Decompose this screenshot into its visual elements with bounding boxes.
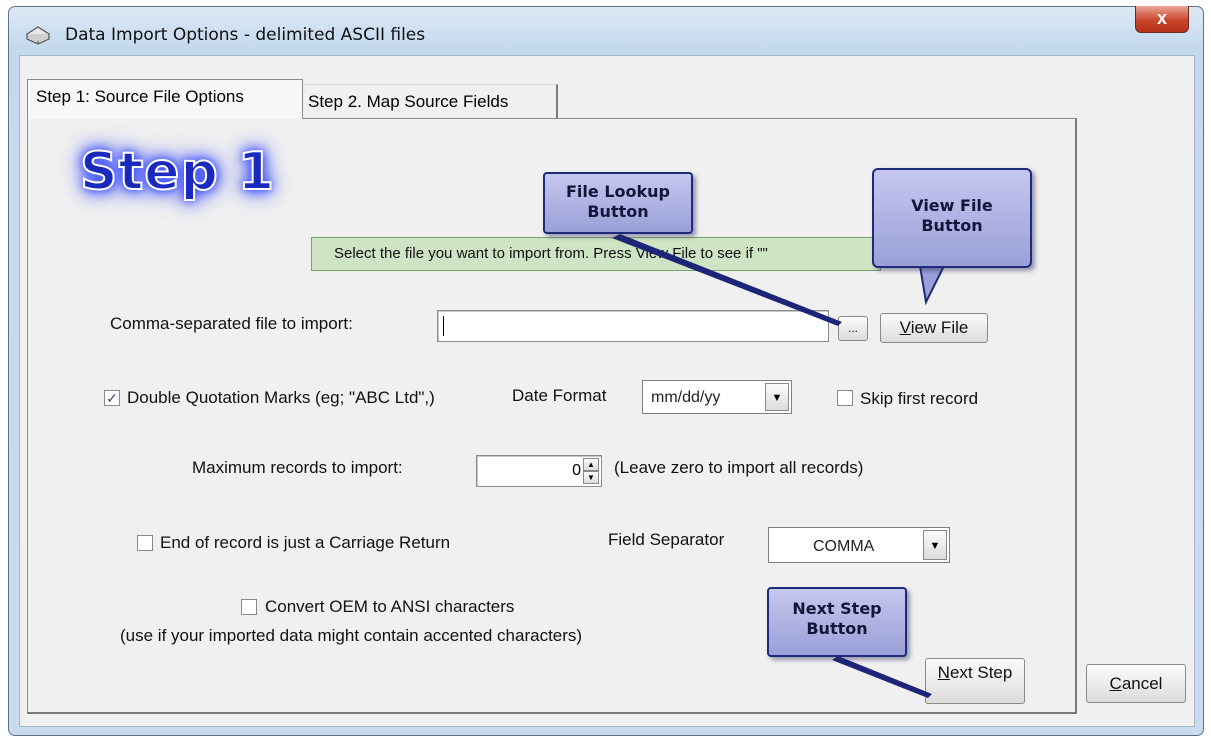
max-records-spinner[interactable]: 0 ▲ ▼ [476, 455, 602, 487]
check-icon: ✓ [106, 390, 118, 406]
carriage-return-label: End of record is just a Carriage Return [160, 533, 451, 552]
date-format-select[interactable]: mm/dd/yy ▼ [642, 380, 792, 414]
tab-source-file-options[interactable]: Step 1: Source File Options [27, 79, 303, 119]
file-lookup-callout: File Lookup Button [543, 172, 693, 234]
chevron-down-icon[interactable]: ▼ [765, 383, 789, 411]
file-path-input[interactable] [437, 310, 829, 342]
next-step-button[interactable]: Next Step [925, 658, 1025, 704]
import-box-icon [25, 25, 51, 45]
callout-line: Button [806, 619, 868, 638]
view-file-mnemonic: V [899, 318, 911, 337]
skip-first-record-label: Skip first record [860, 389, 979, 408]
carriage-return-checkbox[interactable] [137, 535, 153, 551]
view-file-label: iew File [910, 318, 969, 337]
callout-line: Next Step [792, 599, 882, 618]
max-records-value: 0 [572, 462, 581, 479]
max-records-label: Maximum records to import: [192, 458, 403, 477]
field-separator-value: COMMA [813, 538, 875, 555]
double-quotes-checkbox[interactable]: ✓ [104, 390, 120, 406]
view-file-callout: View File Button [872, 168, 1032, 268]
step-banner: Step 1 [79, 141, 276, 203]
spin-up-icon[interactable]: ▲ [583, 458, 599, 471]
close-icon: x [1156, 8, 1167, 28]
next-step-mnemonic: N [937, 663, 950, 682]
cancel-mnemonic: C [1109, 674, 1122, 693]
field-separator-label: Field Separator [608, 530, 725, 549]
close-button[interactable]: x [1135, 6, 1189, 33]
chevron-down-icon[interactable]: ▼ [923, 530, 947, 560]
callout-line: File Lookup [566, 182, 670, 201]
tab-label: Step 2. Map Source Fields [308, 92, 509, 111]
window-title: Data Import Options - delimited ASCII fi… [65, 25, 426, 45]
double-quotes-label: Double Quotation Marks (eg; "ABC Ltd",) [127, 388, 435, 407]
text-caret [443, 316, 444, 336]
cancel-button[interactable]: Cancel [1086, 664, 1186, 703]
title-bar[interactable]: Data Import Options - delimited ASCII fi… [9, 6, 1203, 55]
field-separator-select[interactable]: COMMA ▼ [768, 527, 950, 563]
file-lookup-label: ... [847, 321, 858, 335]
convert-oem-note: (use if your imported data might contain… [120, 626, 583, 645]
convert-oem-label: Convert OEM to ANSI characters [265, 597, 515, 616]
spin-down-icon[interactable]: ▼ [583, 471, 599, 484]
next-step-label: ext Step [949, 663, 1013, 682]
max-records-hint: (Leave zero to import all records) [614, 458, 864, 477]
file-import-label: Comma-separated file to import: [110, 314, 353, 333]
next-step-callout: Next Step Button [767, 587, 907, 657]
tab-map-source-fields[interactable]: Step 2. Map Source Fields [300, 84, 558, 118]
cancel-label: ancel [1121, 674, 1163, 693]
info-message-bar: Select the file you want to import from.… [311, 237, 881, 271]
view-file-button[interactable]: View File [880, 313, 988, 343]
file-lookup-button[interactable]: ... [838, 316, 868, 341]
date-format-value: mm/dd/yy [651, 389, 721, 406]
callout-line: Button [587, 202, 649, 221]
date-format-label: Date Format [512, 386, 607, 405]
convert-oem-checkbox[interactable] [241, 599, 257, 615]
tab-label: Step 1: Source File Options [36, 87, 244, 106]
callout-line: Button [921, 216, 983, 235]
skip-first-record-checkbox[interactable] [837, 390, 853, 406]
callout-line: View File [911, 196, 993, 215]
